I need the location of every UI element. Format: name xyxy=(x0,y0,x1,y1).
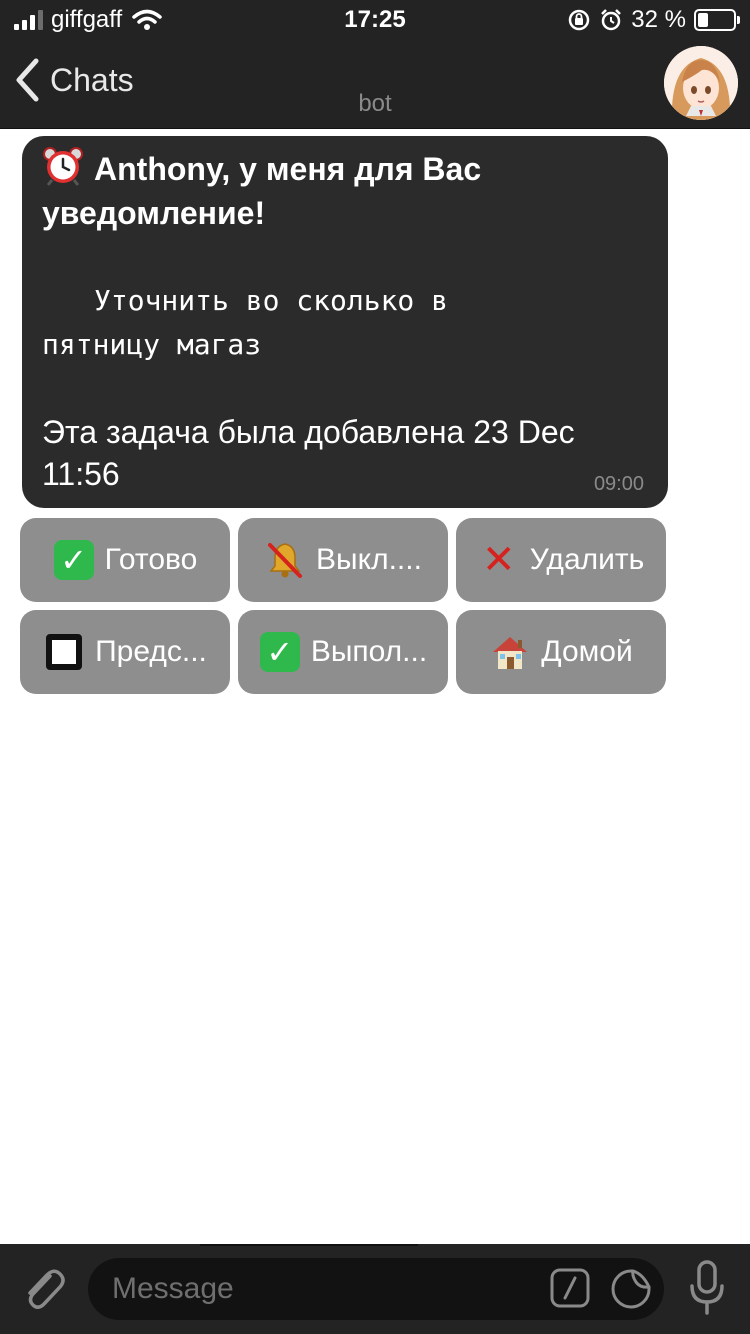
paperclip-icon[interactable] xyxy=(20,1264,66,1314)
status-bar: giffgaff 17:25 32 % xyxy=(0,0,750,42)
done-label: Готово xyxy=(104,543,198,576)
alarm-icon xyxy=(601,9,622,31)
complete-button[interactable]: ✓ Выпол... xyxy=(238,610,448,694)
check-mark-icon: ✓ xyxy=(53,539,95,581)
battery-icon xyxy=(694,9,740,31)
bot-avatar[interactable] xyxy=(664,46,738,120)
message-title: Anthony, у меня для Вас уведомление! xyxy=(42,151,482,231)
status-right: 32 % xyxy=(567,6,740,34)
message-note: Эта задача была добавлена 23 Dec 11:56 xyxy=(42,414,575,492)
nav-bar: Chats bot xyxy=(0,42,750,128)
microphone-icon[interactable] xyxy=(688,1260,726,1316)
done-button[interactable]: ✓ Готово xyxy=(20,518,230,602)
alarm-clock-icon xyxy=(43,147,83,186)
orientation-lock-icon xyxy=(569,9,590,31)
house-icon xyxy=(489,631,531,673)
bot-command-icon[interactable] xyxy=(550,1268,590,1308)
message-body-line2: пятницу магаз xyxy=(42,328,262,361)
top-bar: giffgaff 17:25 32 % Chats bot xyxy=(0,0,750,129)
chat-subtitle: bot xyxy=(358,90,392,117)
message-time: 09:00 xyxy=(593,473,644,495)
sticker-icon[interactable] xyxy=(610,1268,652,1310)
message-body-line1: Уточнить во сколько в xyxy=(94,284,449,317)
preview-label: Предс... xyxy=(95,635,207,668)
battery-percent: 32 % xyxy=(631,6,686,33)
white-square-icon xyxy=(43,631,85,673)
complete-label: Выпол... xyxy=(310,635,428,668)
delete-label: Удалить xyxy=(529,543,645,576)
divider xyxy=(200,1244,418,1246)
mute-label: Выкл.... xyxy=(316,543,422,576)
mute-button[interactable]: Выкл.... xyxy=(238,518,448,602)
cross-mark-icon: ✕ xyxy=(481,538,516,582)
input-bar xyxy=(0,1244,750,1334)
delete-button[interactable]: ✕ Удалить xyxy=(456,518,666,602)
home-button[interactable]: Домой xyxy=(456,610,666,694)
avatar-image xyxy=(664,46,738,120)
home-label: Домой xyxy=(541,635,633,668)
bell-off-icon xyxy=(264,539,306,581)
preview-button[interactable]: Предс... xyxy=(20,610,230,694)
message-title-line: Anthony, у меня для Вас уведомление! xyxy=(42,146,648,235)
message-bubble: Anthony, у меня для Вас уведомление! Уто… xyxy=(22,136,668,508)
check-mark-icon: ✓ xyxy=(259,631,301,673)
